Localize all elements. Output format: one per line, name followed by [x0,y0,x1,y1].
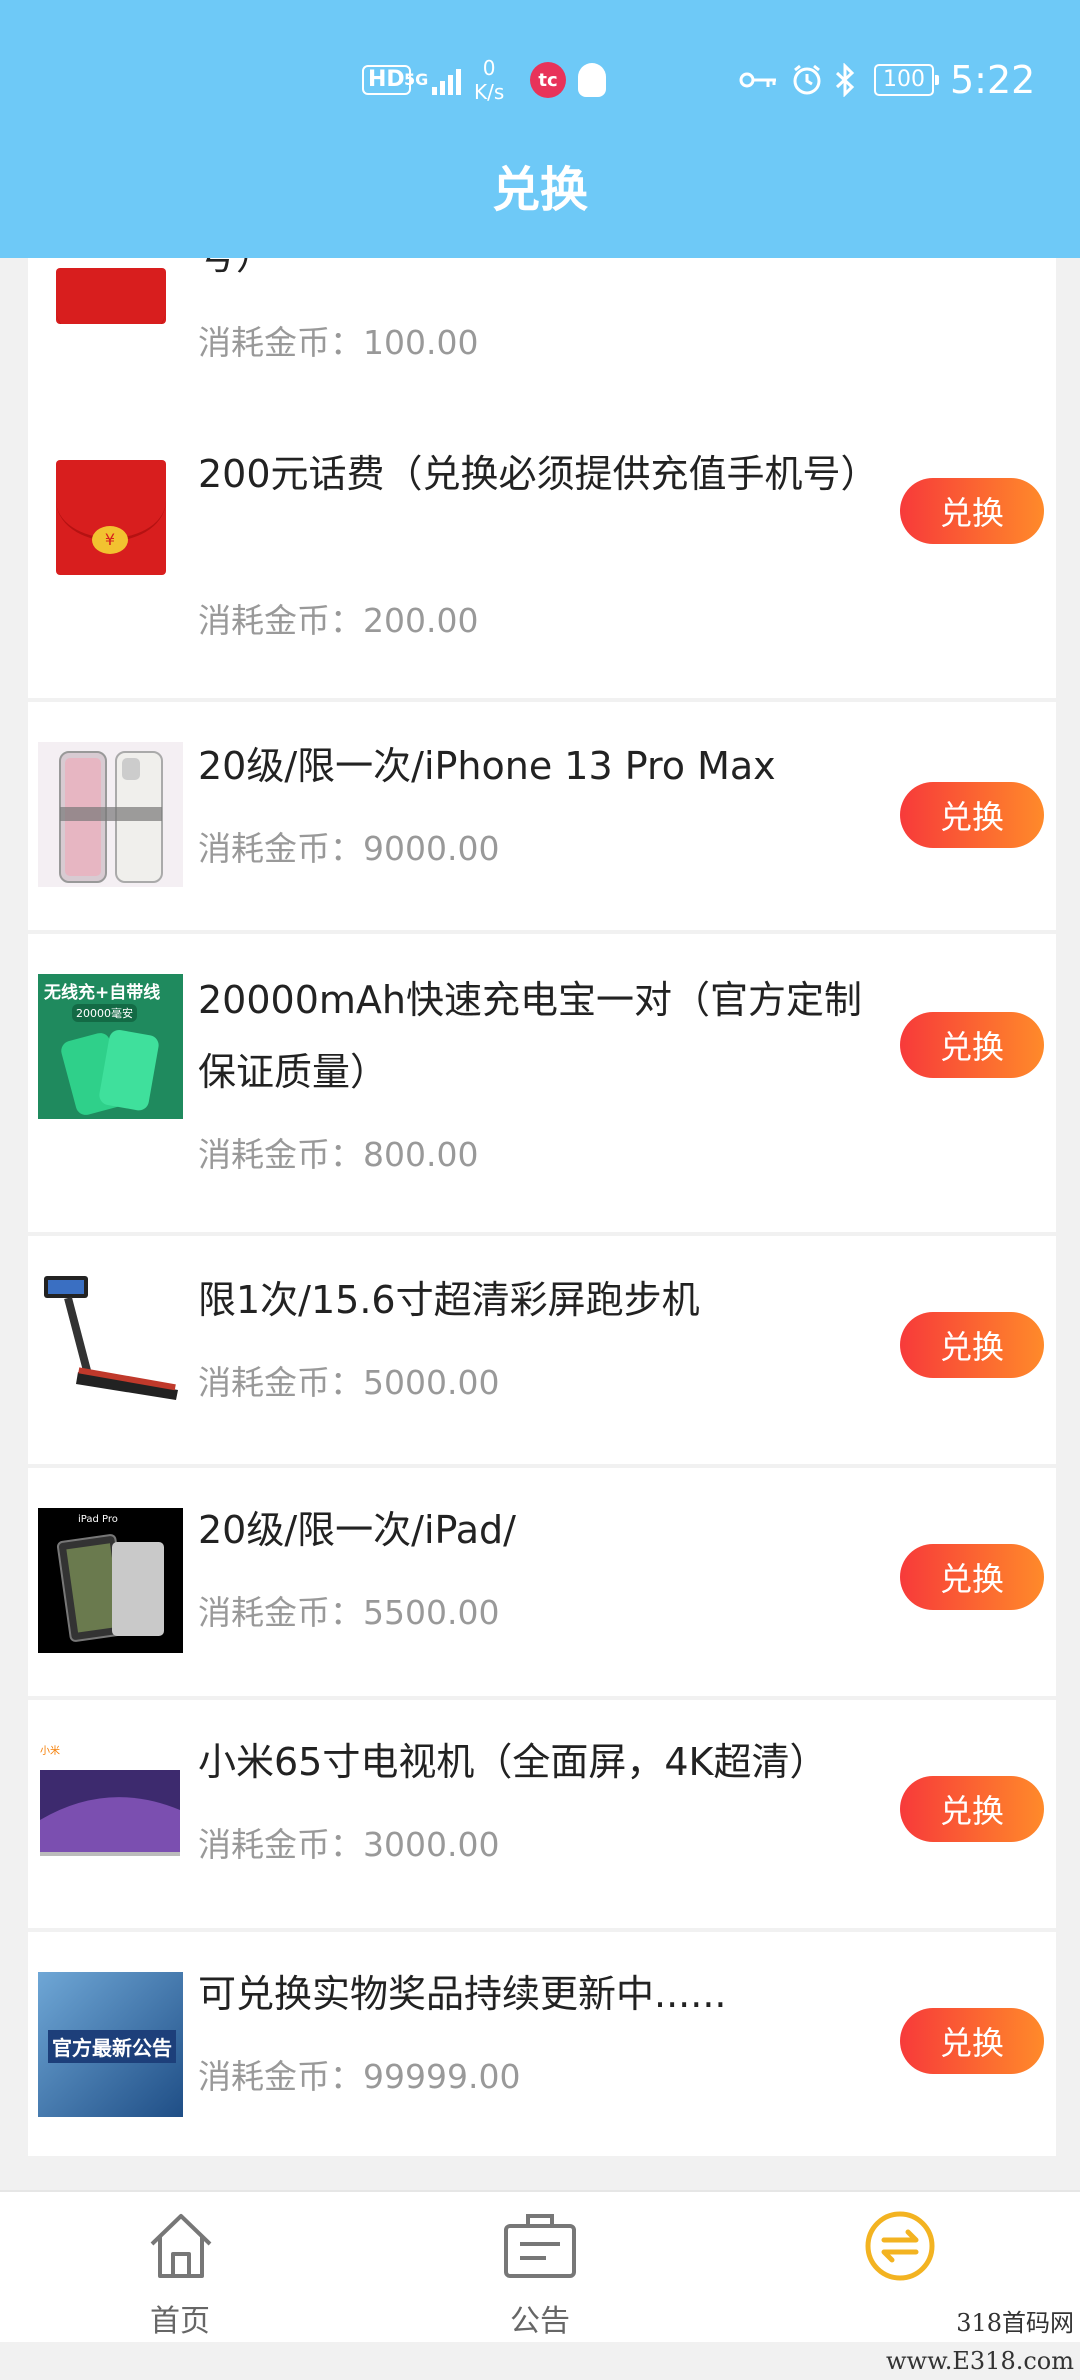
power-bank-image: 无线充+自带线 20000毫安 [38,974,183,1119]
clock: 5:22 [950,58,1036,102]
treadmill-image [38,1272,183,1417]
item-cost: 消耗金币：3000.00 [198,1825,500,1864]
key-icon [738,40,778,120]
list-item: iPad Pro 20级/限一次/iPad/ 消耗金币：5500.00 兑换 [28,1468,1056,1696]
exchange-icon [865,2211,935,2281]
ipad-image: iPad Pro [38,1508,183,1653]
list-item: ¥ 200元话费（兑换必须提供充值手机号） 消耗金币：200.00 兑换 [28,400,1056,698]
nav-label: 首页 [150,2304,210,2339]
item-cost: 消耗金币：9000.00 [198,829,500,868]
battery-icon: 100 [874,40,939,120]
alarm-icon [790,40,824,120]
item-cost: 消耗金币：100.00 [198,323,479,362]
item-cost: 消耗金币：5500.00 [198,1593,500,1632]
redeem-button[interactable]: 兑换 [900,1012,1044,1078]
list-item: 20级/限一次/iPhone 13 Pro Max 消耗金币：9000.00 兑… [28,702,1056,930]
announcement-image: 官方最新公告 [38,1972,183,2117]
item-name: 可兑换实物奖品持续更新中...... [198,1972,727,2016]
item-name: 限1次/15.6寸超清彩屏跑步机 [198,1278,700,1322]
item-cost: 消耗金币：99999.00 [198,2057,521,2096]
signal-icon: 5G [404,40,462,120]
item-cost: 消耗金币：5000.00 [198,1363,500,1402]
red-packet-image [56,268,166,324]
app-header: HD 5G 0 K/s tc 100 5:22 兑换 [0,0,1080,258]
page-title: 兑换 [491,162,588,218]
list-item: 小米 小米65寸电视机（全面屏，4K超清） 消耗金币：3000.00 兑换 [28,1700,1056,1928]
list-item: 无线充+自带线 20000毫安 20000mAh快速充电宝一对（官方定制保证质量… [28,934,1056,1232]
tv-image: 小米 [38,1740,183,1885]
redeem-button[interactable]: 兑换 [900,478,1044,544]
network-speed: 0 K/s [474,56,505,104]
redeem-button[interactable]: 兑换 [900,1312,1044,1378]
nav-notice[interactable]: 公告 [440,2192,640,2342]
redeem-button[interactable]: 兑换 [900,2008,1044,2074]
home-icon [150,2214,212,2278]
list-item: 官方最新公告 可兑换实物奖品持续更新中...... 消耗金币：99999.00 … [28,1932,1056,2156]
bottom-nav: 首页 公告 兑换 318首码网 www.E318.com [0,2190,1080,2375]
item-cost: 消耗金币：800.00 [198,1135,479,1174]
red-packet-image: ¥ [56,460,166,575]
item-name: 20000mAh快速充电宝一对（官方定制保证质量） [198,978,862,1094]
item-name: 20级/限一次/iPhone 13 Pro Max [198,744,776,788]
iphone-image [38,742,183,887]
bluetooth-icon [834,40,856,120]
item-cost: 消耗金币：200.00 [198,601,479,640]
watermark: 318首码网 www.E318.com [762,2304,1080,2375]
list-item: 限1次/15.6寸超清彩屏跑步机 消耗金币：5000.00 兑换 [28,1236,1056,1464]
redeem-button[interactable]: 兑换 [900,782,1044,848]
redeem-button[interactable]: 兑换 [900,1776,1044,1842]
redeem-button[interactable]: 兑换 [900,1544,1044,1610]
tc-app-icon: tc [530,40,566,120]
nav-label: 公告 [510,2304,570,2339]
notice-icon [504,2214,576,2278]
nav-home[interactable]: 首页 [80,2192,280,2342]
item-name: 20级/限一次/iPad/ [198,1508,516,1552]
qq-icon [578,40,606,120]
item-name: 小米65寸电视机（全面屏，4K超清） [198,1740,828,1784]
item-name: 200元话费（兑换必须提供充值手机号） [198,452,879,496]
status-bar: HD 5G 0 K/s tc 100 5:22 [0,40,1080,120]
